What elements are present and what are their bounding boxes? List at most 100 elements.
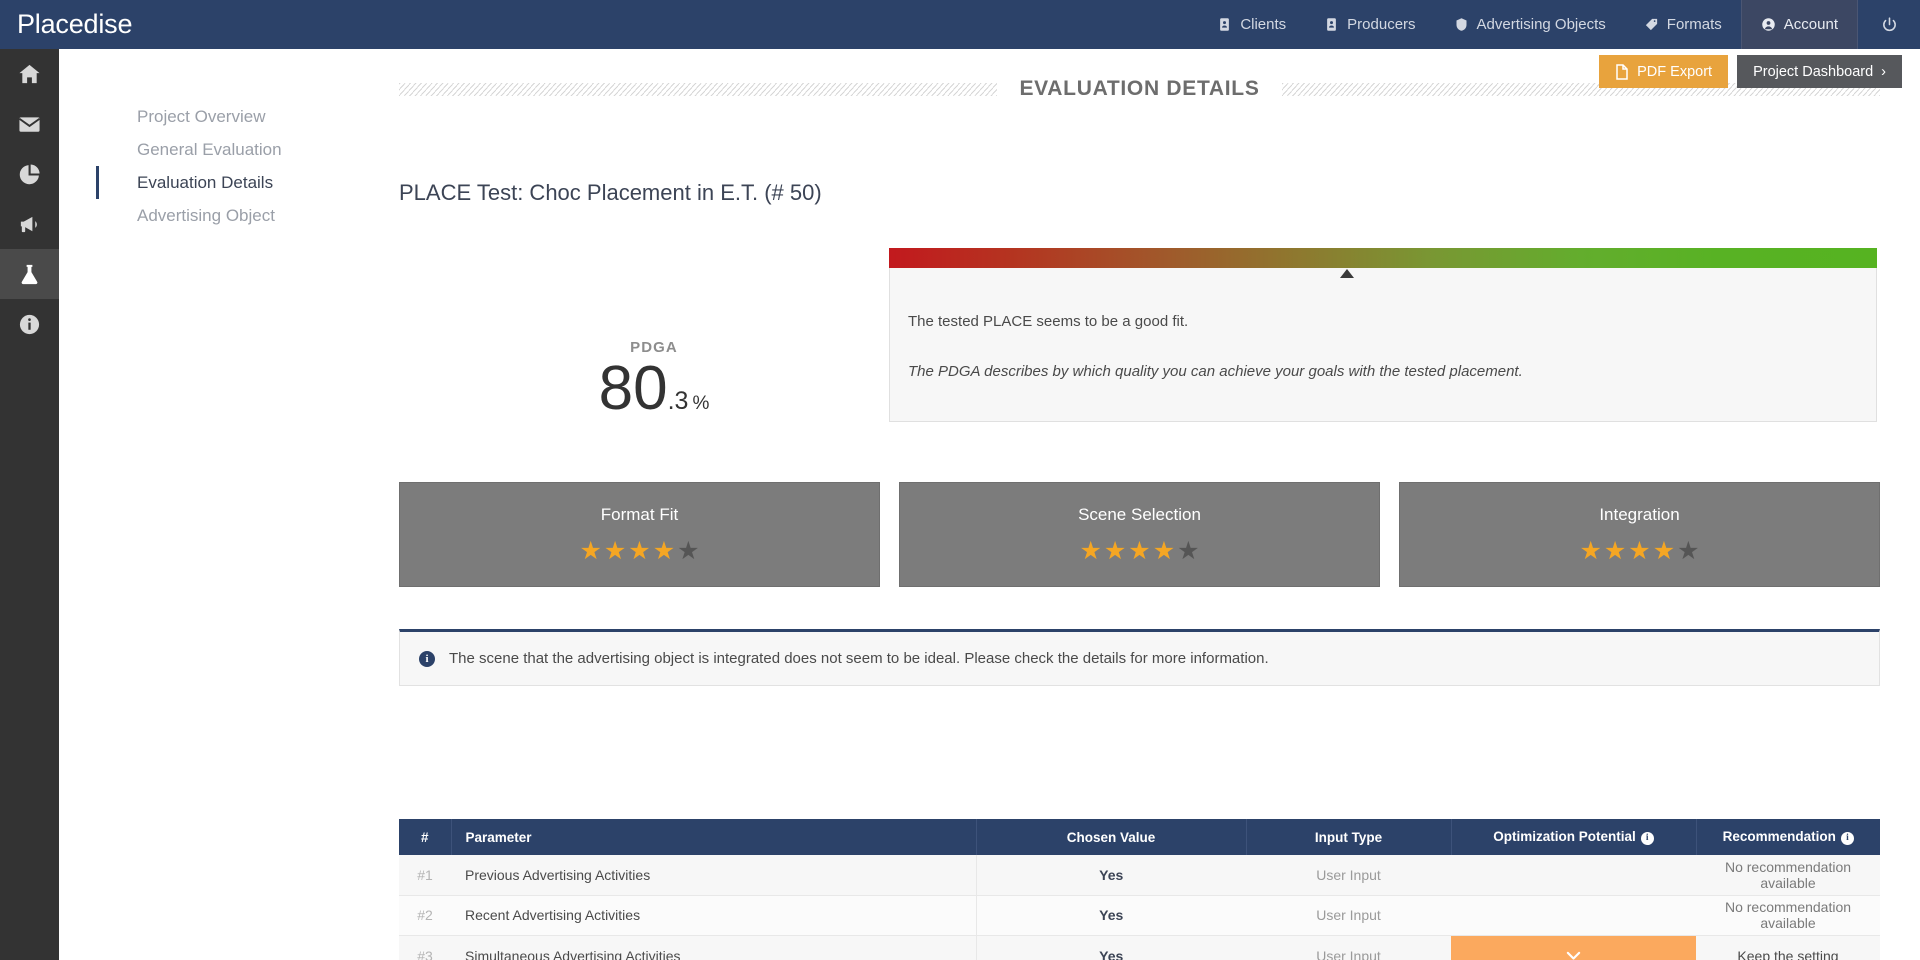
rating-card-format-fit[interactable]: Format Fit★★★★★ [399, 482, 880, 587]
project-dashboard-button[interactable]: Project Dashboard › [1737, 55, 1902, 88]
star-rating: ★★★★★ [579, 539, 699, 564]
page-title: EVALUATION DETAILS [997, 77, 1281, 101]
row-chosen-value: Yes [976, 895, 1246, 935]
secondary-navigation: Project OverviewGeneral EvaluationEvalua… [59, 100, 399, 232]
rail-item-flask[interactable] [0, 249, 59, 299]
contact-card-icon [1217, 17, 1232, 32]
table-row[interactable]: #3Simultaneous Advertising ActivitiesYes… [399, 935, 1880, 960]
megaphone-icon [18, 213, 41, 236]
topnav-item-producers[interactable]: Producers [1305, 0, 1434, 49]
col-input-type[interactable]: Input Type [1246, 819, 1451, 855]
table-header-row: # Parameter Chosen Value Input Type Opti… [399, 819, 1880, 855]
rail-item-pie-chart[interactable] [0, 149, 59, 199]
col-optimization[interactable]: Optimization Potential i [1451, 819, 1696, 855]
table-row[interactable]: #1Previous Advertising ActivitiesYesUser… [399, 855, 1880, 895]
rating-card-title: Integration [1599, 505, 1679, 525]
logout-button[interactable] [1858, 0, 1920, 49]
home-icon [18, 63, 41, 86]
pdf-export-button[interactable]: PDF Export [1599, 55, 1728, 88]
rail-item-info[interactable] [0, 299, 59, 349]
parameters-table: # Parameter Chosen Value Input Type Opti… [399, 819, 1880, 960]
star-icon: ★ [1677, 539, 1699, 564]
info-icon[interactable]: i [1841, 832, 1854, 845]
row-recommendation: Keep the setting [1696, 935, 1880, 960]
col-chosen-value-label: Chosen Value [1067, 830, 1156, 845]
subnav-item-evaluation-details[interactable]: Evaluation Details [96, 166, 399, 199]
row-parameter: Recent Advertising Activities [451, 895, 976, 935]
info-icon[interactable]: i [1641, 832, 1654, 845]
star-icon: ★ [1128, 539, 1150, 564]
topnav-item-clients[interactable]: Clients [1198, 0, 1305, 49]
brand-logo[interactable]: Placedise [0, 0, 228, 49]
pdga-score: PDGA 80 .3 % [534, 339, 774, 420]
rail-item-megaphone[interactable] [0, 199, 59, 249]
subnav-item-project-overview[interactable]: Project Overview [96, 100, 399, 133]
box-icon [1454, 17, 1469, 32]
score-marker-icon [1340, 269, 1354, 278]
row-parameter: Simultaneous Advertising Activities [451, 935, 976, 960]
pdga-integer: 80 [599, 358, 668, 420]
row-optimization [1451, 895, 1696, 935]
optimization-indicator[interactable] [1451, 936, 1696, 960]
topnav-item-label: Formats [1667, 16, 1722, 33]
col-recommendation[interactable]: Recommendationi [1696, 819, 1880, 855]
top-navigation: Clients Producers Advertising Objects Forma… [1198, 0, 1858, 49]
col-input-type-label: Input Type [1315, 830, 1382, 845]
project-title: PLACE Test: Choc Placement in E.T. (# 50… [399, 180, 822, 206]
project-dashboard-label: Project Dashboard [1753, 64, 1873, 80]
col-optimization-label: Optimization Potential [1493, 829, 1636, 844]
col-number[interactable]: # [399, 819, 451, 855]
star-icon: ★ [653, 539, 675, 564]
row-number: #2 [399, 895, 451, 935]
rating-cards: Format Fit★★★★★Scene Selection★★★★★ Integ… [399, 482, 1880, 587]
star-icon: ★ [1653, 539, 1675, 564]
tag-icon [1644, 17, 1659, 32]
table-row[interactable]: #2Recent Advertising ActivitiesYesUser I… [399, 895, 1880, 935]
subnav-item-advertising-object[interactable]: Advertising Object [96, 199, 399, 232]
pdf-file-icon [1615, 64, 1629, 80]
row-recommendation: No recommendation available [1696, 855, 1880, 895]
row-input-type: User Input [1246, 855, 1451, 895]
rating-card-scene-selection[interactable]: Scene Selection★★★★★ [899, 482, 1380, 587]
rail-item-envelope[interactable] [0, 99, 59, 149]
star-icon: ★ [1177, 539, 1199, 564]
row-chosen-value: Yes [976, 935, 1246, 960]
top-bar: Placedise Clients Producers Advertising Ob… [0, 0, 1920, 49]
scene-alert-text: The scene that the advertising object is… [449, 650, 1269, 667]
col-number-label: # [421, 830, 429, 845]
topnav-item-advertising-objects[interactable]: Advertising Objects [1435, 0, 1625, 49]
star-icon: ★ [1628, 539, 1650, 564]
info-icon: i [419, 651, 435, 667]
topnav-item-label: Producers [1347, 16, 1415, 33]
header-actions: PDF Export Project Dashboard › [1599, 55, 1902, 88]
star-icon: ★ [604, 539, 626, 564]
topnav-item-account[interactable]: Account [1741, 0, 1858, 49]
star-icon: ★ [628, 539, 650, 564]
star-icon: ★ [1579, 539, 1601, 564]
row-optimization [1451, 855, 1696, 895]
row-number: #1 [399, 855, 451, 895]
subnav-item-general-evaluation[interactable]: General Evaluation [96, 133, 399, 166]
star-icon: ★ [1604, 539, 1626, 564]
icon-rail [0, 49, 59, 960]
topnav-item-label: Account [1784, 16, 1838, 33]
row-input-type: User Input [1246, 935, 1451, 960]
rating-card-integration[interactable]: Integration★★★★★ [1399, 482, 1880, 587]
rail-item-home[interactable] [0, 49, 59, 99]
col-chosen-value[interactable]: Chosen Value [976, 819, 1246, 855]
col-parameter[interactable]: Parameter [451, 819, 976, 855]
row-recommendation: No recommendation available [1696, 895, 1880, 935]
star-icon: ★ [579, 539, 601, 564]
info-icon [18, 313, 41, 336]
topnav-item-label: Advertising Objects [1477, 16, 1606, 33]
row-input-type: User Input [1246, 895, 1451, 935]
pdga-unit: % [692, 393, 709, 415]
topnav-item-formats[interactable]: Formats [1625, 0, 1741, 49]
table-body: #1Previous Advertising ActivitiesYesUser… [399, 855, 1880, 960]
score-gradient-bar [889, 248, 1877, 268]
col-parameter-label: Parameter [466, 830, 532, 845]
verdict-panel: The tested PLACE seems to be a good fit.… [889, 249, 1877, 422]
table-head: # Parameter Chosen Value Input Type Opti… [399, 819, 1880, 855]
verdict-headline: The tested PLACE seems to be a good fit. [908, 311, 1858, 333]
star-icon: ★ [1153, 539, 1175, 564]
